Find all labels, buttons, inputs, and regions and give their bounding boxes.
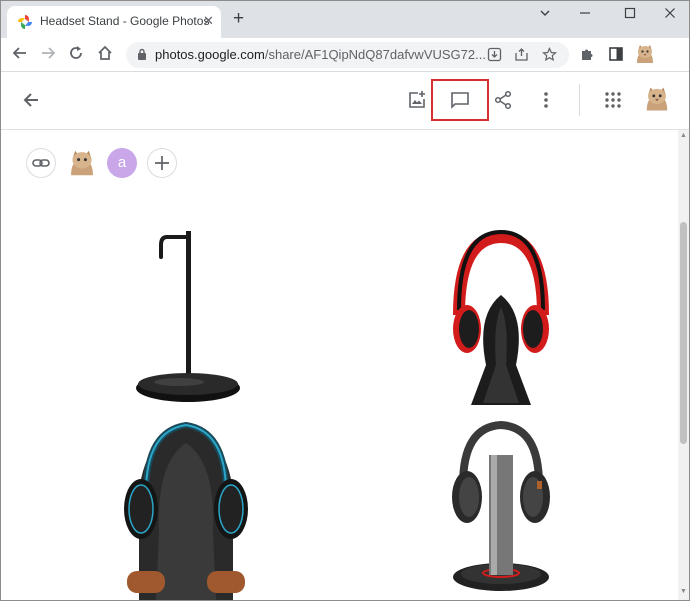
scroll-down-arrow-icon[interactable]: ▼ [680, 588, 687, 595]
install-app-icon[interactable] [487, 47, 502, 62]
photo-black-stand-wooden-feet[interactable] [111, 413, 261, 600]
url-text: photos.google.com/share/AF1QipNdQ87dafvw… [155, 47, 486, 62]
side-panel-icon[interactable] [608, 46, 624, 62]
copy-link-button[interactable] [26, 148, 56, 178]
browser-back-icon[interactable] [11, 44, 29, 62]
tab-search-chevron-icon[interactable] [539, 7, 551, 19]
share-page-icon[interactable] [514, 47, 529, 62]
profile-cat-avatar[interactable] [634, 43, 656, 65]
album-content: a [1, 130, 677, 600]
browser-forward-icon[interactable] [39, 44, 57, 62]
home-icon[interactable] [96, 44, 114, 62]
photos-header [1, 72, 689, 130]
shared-user-cat-avatar[interactable] [67, 148, 97, 178]
account-avatar[interactable] [643, 85, 671, 113]
scroll-up-arrow-icon[interactable]: ▲ [680, 132, 687, 139]
photo-metal-stand-round-base[interactable] [441, 415, 561, 600]
header-separator [579, 84, 580, 116]
page-scrollbar[interactable]: ▲ ▼ [678, 130, 689, 600]
browser-toolbar: photos.google.com/share/AF1QipNdQ87dafvw… [1, 38, 689, 72]
share-icon[interactable] [493, 90, 513, 110]
maximize-icon[interactable] [624, 7, 636, 19]
reload-icon[interactable] [67, 44, 85, 62]
photo-metal-hanger-stand[interactable] [129, 225, 249, 415]
apps-grid-icon[interactable] [604, 91, 622, 109]
add-to-album-icon[interactable] [407, 90, 427, 110]
minimize-icon[interactable] [579, 7, 591, 19]
link-icon [32, 159, 50, 167]
tab-close-icon[interactable]: ✕ [203, 13, 214, 29]
add-person-button[interactable] [147, 148, 177, 178]
tab-strip: Headset Stand - Google Photos ✕ + [1, 1, 689, 38]
close-icon[interactable] [664, 7, 676, 19]
address-bar[interactable]: photos.google.com/share/AF1QipNdQ87dafvw… [126, 42, 569, 68]
add-person-icon [155, 156, 169, 170]
browser-window: Headset Stand - Google Photos ✕ + photos… [0, 0, 690, 601]
url-path: /share/AF1QipNdQ87dafvwVUSG72... [264, 47, 486, 62]
back-arrow-icon[interactable] [22, 91, 40, 109]
bookmark-star-icon[interactable] [542, 47, 557, 62]
google-photos-favicon-icon [18, 15, 32, 29]
lock-icon[interactable] [137, 48, 147, 61]
new-tab-button[interactable]: + [233, 9, 244, 28]
extensions-puzzle-icon[interactable] [579, 46, 595, 62]
scrollbar-thumb[interactable] [680, 222, 687, 444]
tab-title: Headset Stand - Google Photos [40, 14, 210, 28]
photo-red-headphones-acrylic-stand[interactable] [441, 225, 561, 415]
comment-icon[interactable] [450, 90, 470, 110]
url-host: photos.google.com [155, 47, 265, 62]
cat-avatar [71, 150, 93, 176]
browser-tab[interactable]: Headset Stand - Google Photos ✕ [7, 6, 221, 38]
more-options-icon[interactable] [536, 90, 556, 110]
user-avatar-a[interactable]: a [107, 148, 137, 178]
